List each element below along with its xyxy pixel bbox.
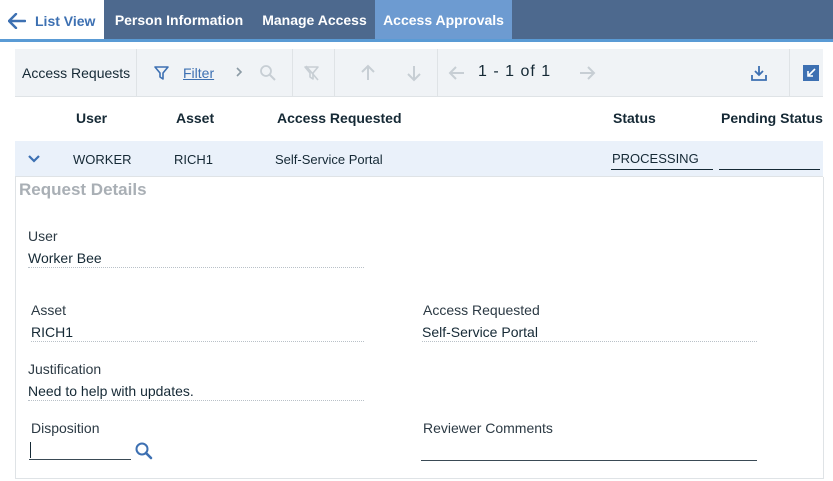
justification-label: Justification <box>28 361 102 377</box>
toolbar-divider <box>292 49 293 97</box>
table-toolbar: Access Requests Filter 1 - 1 of 1 <box>15 49 823 97</box>
column-header-user[interactable]: User <box>76 110 107 126</box>
reviewer-comments-label: Reviewer Comments <box>423 420 553 436</box>
tab-bar-underline <box>0 39 833 42</box>
user-value: Worker Bee <box>28 250 102 266</box>
back-label: List View <box>35 13 96 29</box>
field-divider <box>31 341 364 342</box>
filter-link[interactable]: Filter <box>183 65 214 81</box>
row-user: WORKER <box>73 152 132 167</box>
asset-label: Asset <box>31 302 67 318</box>
field-divider <box>28 267 364 268</box>
chevron-down-icon[interactable] <box>27 153 41 165</box>
clear-filter-icon[interactable] <box>302 63 322 83</box>
toolbar-divider <box>789 49 790 97</box>
asset-value: RICH1 <box>31 324 74 340</box>
filter-icon[interactable] <box>152 63 172 83</box>
search-icon[interactable] <box>258 63 278 83</box>
tab-access-approvals[interactable]: Access Approvals <box>375 0 512 39</box>
tab-manage-access[interactable]: Manage Access <box>254 0 375 39</box>
toolbar-divider <box>437 49 438 97</box>
tab-bar: List View Person Information Manage Acce… <box>0 0 833 42</box>
table-title: Access Requests <box>22 65 131 81</box>
disposition-label: Disposition <box>31 420 100 436</box>
disposition-input[interactable] <box>29 440 131 460</box>
column-header-pending-status[interactable]: Pending Status <box>721 110 823 126</box>
table-header-row: User Asset Access Requested Status Pendi… <box>15 97 823 141</box>
tab-person-information[interactable]: Person Information <box>104 0 254 39</box>
column-header-asset[interactable]: Asset <box>176 110 214 126</box>
justification-value: Need to help with updates. <box>28 383 194 399</box>
toolbar-divider <box>334 49 335 97</box>
table-row[interactable]: WORKER RICH1 Self-Service Portal PROCESS… <box>15 141 823 177</box>
text-caret <box>30 442 31 458</box>
access-requested-value: Self-Service Portal <box>422 324 538 340</box>
toolbar-divider <box>136 49 137 97</box>
details-title: Request Details <box>19 180 147 199</box>
column-header-access-requested[interactable]: Access Requested <box>277 110 402 126</box>
user-label: User <box>28 228 58 244</box>
field-divider <box>28 400 364 401</box>
row-pending-status-field[interactable] <box>719 151 820 170</box>
request-details-panel: Request Details User Worker Bee Asset RI… <box>15 177 824 479</box>
next-page-icon[interactable] <box>577 63 597 83</box>
previous-page-icon[interactable] <box>447 63 467 83</box>
pagination-text: 1 - 1 of 1 <box>478 63 552 80</box>
download-icon[interactable] <box>749 63 769 83</box>
arrow-down-icon[interactable] <box>404 63 424 83</box>
arrow-up-icon[interactable] <box>358 63 378 83</box>
collapse-table-icon[interactable] <box>801 63 821 83</box>
arrow-left-icon <box>8 13 26 29</box>
column-header-status[interactable]: Status <box>613 110 656 126</box>
field-divider <box>422 341 757 342</box>
access-requested-label: Access Requested <box>423 302 540 318</box>
row-asset: RICH1 <box>174 152 214 167</box>
row-status-field[interactable]: PROCESSING <box>611 151 713 170</box>
chevron-right-icon[interactable] <box>229 63 249 83</box>
search-icon[interactable] <box>134 441 154 461</box>
back-to-list-view-button[interactable]: List View <box>0 0 104 42</box>
reviewer-comments-input[interactable] <box>421 460 757 461</box>
row-access-requested: Self-Service Portal <box>275 152 383 167</box>
